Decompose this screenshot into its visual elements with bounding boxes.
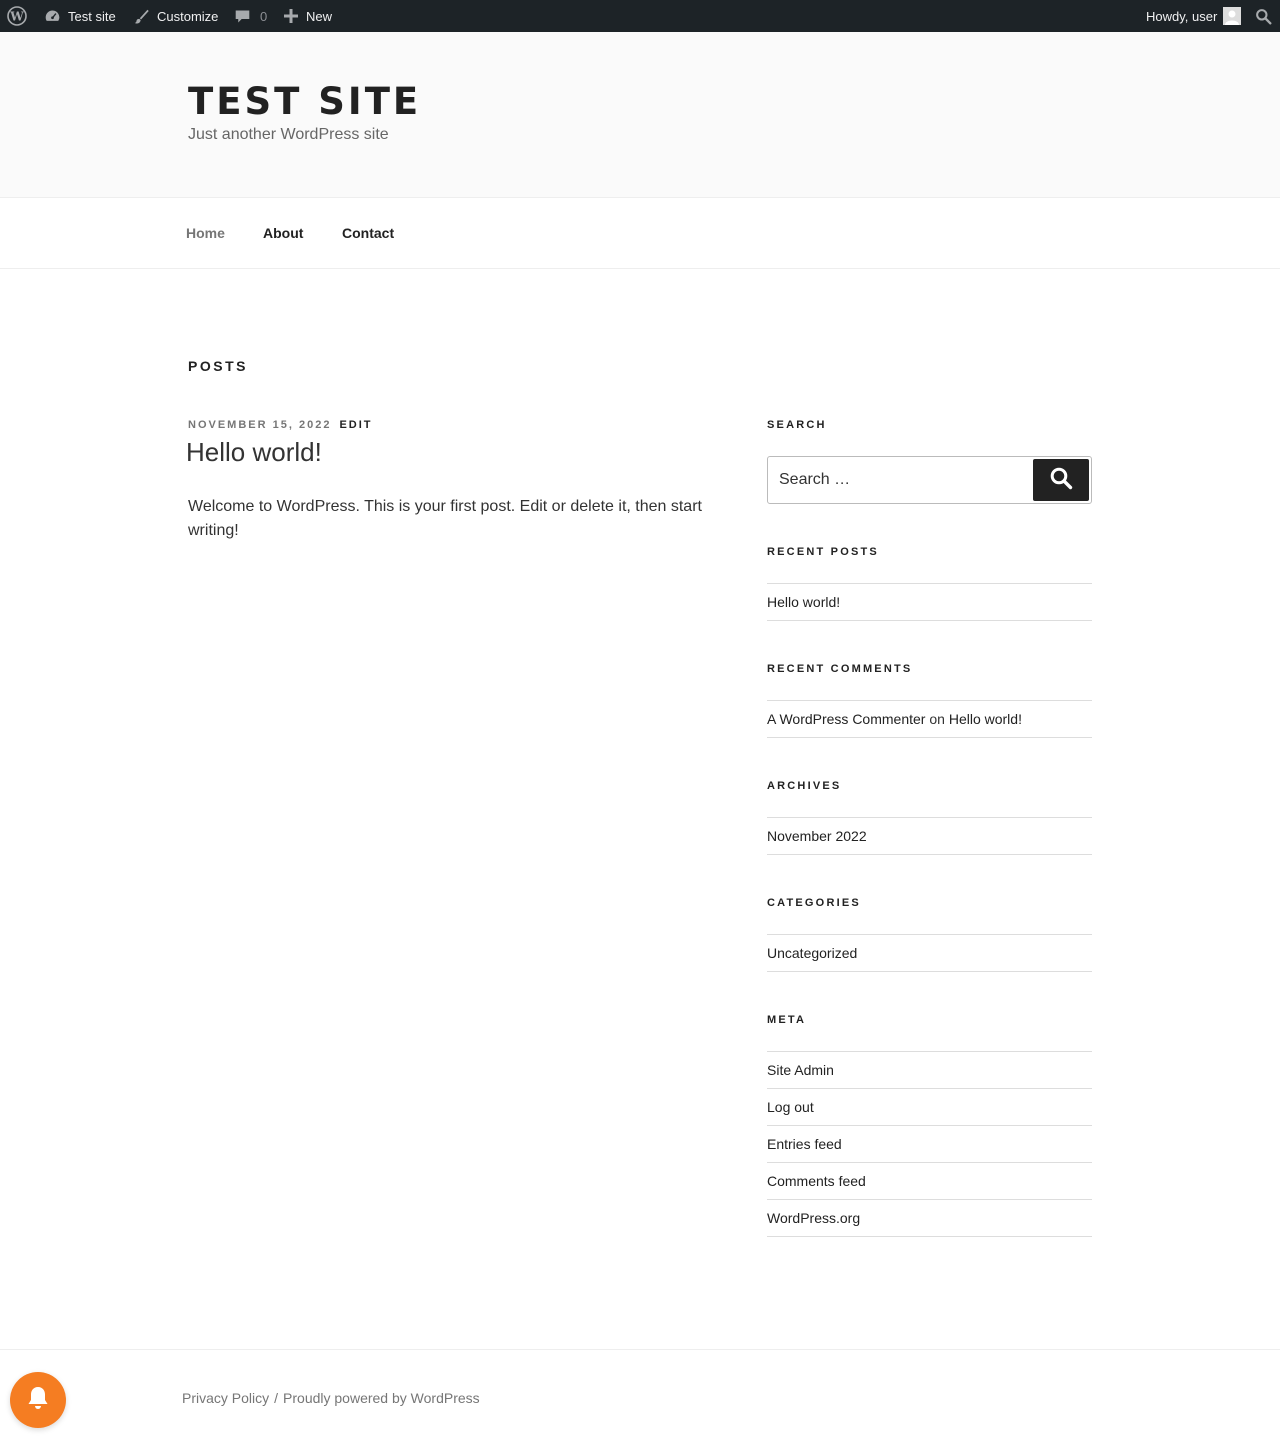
search-submit-button[interactable] bbox=[1033, 459, 1089, 501]
meta-link-entries-feed[interactable]: Entries feed bbox=[767, 1136, 842, 1152]
list-item: A WordPress Commenter on Hello world! bbox=[767, 701, 1092, 738]
meta-link-wordpress-org[interactable]: WordPress.org bbox=[767, 1210, 860, 1226]
site-description: Just another WordPress site bbox=[188, 126, 389, 143]
archives-list: November 2022 bbox=[767, 817, 1092, 855]
howdy-label: Howdy, user bbox=[1146, 8, 1218, 24]
site-title[interactable]: TEST SITE bbox=[188, 80, 421, 124]
widget-title-categories: CATEGORIES bbox=[767, 897, 861, 909]
nav-item-home[interactable]: Home bbox=[186, 198, 225, 268]
nav-item-about[interactable]: About bbox=[263, 198, 303, 268]
meta-link-log-out[interactable]: Log out bbox=[767, 1099, 814, 1115]
comment-author-link[interactable]: A WordPress Commenter bbox=[767, 711, 925, 727]
widget-title-search: SEARCH bbox=[767, 419, 827, 431]
site-name-label: Test site bbox=[68, 8, 116, 24]
dashboard-icon bbox=[44, 8, 61, 25]
post-title-link[interactable]: Hello world! bbox=[186, 437, 322, 468]
site-name-link[interactable]: Test site bbox=[44, 0, 116, 32]
category-link[interactable]: Uncategorized bbox=[767, 945, 857, 961]
post-edit-link[interactable]: EDIT bbox=[339, 419, 372, 431]
post-date-link[interactable]: NOVEMBER 15, 2022 bbox=[188, 419, 331, 431]
widget-title-archives: ARCHIVES bbox=[767, 780, 842, 792]
recent-comments-list: A WordPress Commenter on Hello world! bbox=[767, 700, 1092, 738]
widget-title-recent-posts: RECENT POSTS bbox=[767, 546, 879, 558]
footer-separator: / bbox=[274, 1390, 279, 1406]
meta-link-comments-feed[interactable]: Comments feed bbox=[767, 1173, 866, 1189]
list-item: November 2022 bbox=[767, 818, 1092, 855]
svg-text:W: W bbox=[9, 10, 24, 24]
search-icon bbox=[1049, 466, 1073, 495]
page-title: POSTS bbox=[188, 358, 248, 374]
notification-bell-button[interactable] bbox=[10, 1372, 66, 1428]
meta-list: Site Admin Log out Entries feed Comments… bbox=[767, 1051, 1092, 1237]
list-item: Comments feed bbox=[767, 1163, 1092, 1200]
meta-link-site-admin[interactable]: Site Admin bbox=[767, 1062, 834, 1078]
customize-label: Customize bbox=[157, 8, 219, 24]
comment-bubble-icon bbox=[234, 8, 251, 25]
customize-link[interactable]: Customize bbox=[133, 0, 218, 32]
list-item: Hello world! bbox=[767, 584, 1092, 621]
post-meta: NOVEMBER 15, 2022 EDIT bbox=[188, 419, 373, 431]
search-form bbox=[767, 456, 1092, 504]
powered-by-link[interactable]: Proudly powered by WordPress bbox=[283, 1390, 480, 1406]
new-content-link[interactable]: New bbox=[284, 0, 332, 32]
my-account-link[interactable]: Howdy, user bbox=[1146, 0, 1242, 32]
widget-title-recent-comments: RECENT COMMENTS bbox=[767, 663, 913, 675]
list-item: Site Admin bbox=[767, 1052, 1092, 1089]
comments-link[interactable]: 0 bbox=[234, 0, 267, 32]
main-navigation: Home About Contact bbox=[0, 197, 1280, 269]
adminbar-search-icon[interactable] bbox=[1255, 0, 1272, 32]
privacy-policy-link[interactable]: Privacy Policy bbox=[182, 1390, 269, 1406]
widget-title-meta: META bbox=[767, 1014, 807, 1026]
site-header: TEST SITE Just another WordPress site bbox=[0, 32, 1280, 197]
list-item: Uncategorized bbox=[767, 935, 1092, 972]
footer-links: Privacy Policy / Proudly powered by WordPr… bbox=[182, 1390, 480, 1406]
comments-count: 0 bbox=[260, 8, 268, 24]
brush-icon bbox=[133, 8, 150, 25]
archive-link[interactable]: November 2022 bbox=[767, 828, 867, 844]
recent-posts-list: Hello world! bbox=[767, 583, 1092, 621]
list-item: Log out bbox=[767, 1089, 1092, 1126]
nav-item-contact[interactable]: Contact bbox=[342, 198, 394, 268]
categories-list: Uncategorized bbox=[767, 934, 1092, 972]
plus-icon bbox=[284, 9, 298, 23]
site-footer: Privacy Policy / Proudly powered by WordPr… bbox=[0, 1349, 1280, 1445]
bell-icon bbox=[26, 1385, 50, 1416]
search-input[interactable] bbox=[768, 457, 1033, 503]
new-label: New bbox=[306, 8, 333, 24]
comment-post-link[interactable]: Hello world! bbox=[949, 711, 1022, 727]
list-item: WordPress.org bbox=[767, 1200, 1092, 1237]
admin-bar: W Test site Customize 0 New Howdy, user bbox=[0, 0, 1280, 32]
wordpress-logo-icon[interactable]: W bbox=[7, 0, 27, 32]
comment-on-text: on bbox=[929, 711, 945, 727]
list-item: Entries feed bbox=[767, 1126, 1092, 1163]
post-content: Welcome to WordPress. This is your first… bbox=[188, 498, 702, 539]
avatar bbox=[1223, 7, 1242, 25]
recent-post-link[interactable]: Hello world! bbox=[767, 594, 840, 610]
